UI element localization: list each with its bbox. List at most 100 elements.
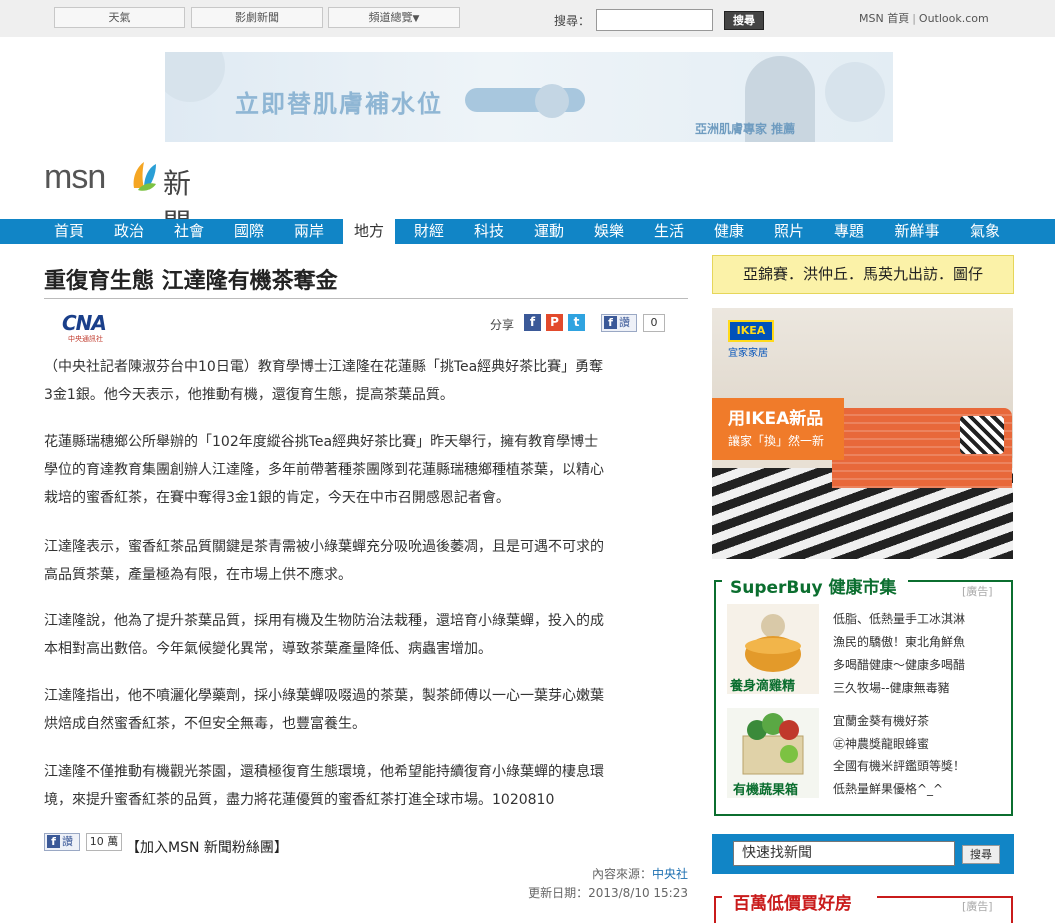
superbuy-link[interactable]: 多喝醋健康～健康多喝醋 — [833, 656, 965, 673]
superbuy-link[interactable]: 低熱量鮮果優格^_^ — [833, 780, 943, 797]
nav-item-cross-strait[interactable]: 兩岸 — [284, 219, 334, 244]
house-ad-title[interactable]: 百萬低價買好房 — [733, 889, 852, 914]
superbuy-link[interactable]: 全國有機米評鑑頭等獎！ — [833, 757, 965, 774]
nav-item-local[interactable]: 地方 — [343, 219, 395, 244]
like-count: 0 — [643, 314, 665, 332]
nav-item-features[interactable]: 專題 — [824, 219, 874, 244]
facebook-icon: f — [47, 835, 60, 848]
quick-search-button[interactable]: 搜尋 — [962, 845, 1000, 864]
ikea-logo-subtext: 宜家家居 — [728, 348, 768, 359]
nav-item-home[interactable]: 首頁 — [44, 219, 94, 244]
ikea-headline-box: 用IKEA新品 讓家「換」然一新 — [712, 398, 844, 460]
channel-overview-label: 頻道總覽 — [368, 11, 413, 24]
article-paragraph: （中央社記者陳淑芬台中10日電）教育學博士江達隆在花蓮縣「挑Tea經典好茶比賽」… — [44, 353, 689, 409]
trending-topics-banner[interactable]: 亞錦賽．洪仲丘．馬英九出訪．圖仔 — [712, 255, 1014, 294]
soup-bowl-icon — [745, 614, 801, 672]
article-paragraph: 江達隆不僅推動有機觀光茶園，還積極復育生態環境，他希望能持續復育小綠葉蟬的棲息環… — [44, 758, 689, 814]
link-separator: | — [912, 12, 916, 25]
article-paragraph: 江達隆說，他為了提升茶葉品質，採用有機及生物防治法栽種，還培育小綠葉蟬，投入的成… — [44, 607, 689, 663]
cna-logo-text: CNA — [62, 311, 107, 335]
nav-item-entertainment[interactable]: 娛樂 — [584, 219, 634, 244]
article-title: 重復育生態 江達隆有機茶奪金 — [44, 269, 338, 294]
ikea-ad[interactable]: IKEA 宜家家居 用IKEA新品 讓家「換」然一新 — [712, 308, 1013, 559]
paragraph-line: 花蓮縣瑞穗鄉公所舉辦的「102年度縱谷挑Tea經典好茶比賽」昨天舉行，擁有教育學… — [44, 434, 599, 450]
superbuy-link[interactable]: 低脂、低熱量手工冰淇淋 — [833, 610, 965, 627]
nav-item-life[interactable]: 生活 — [644, 219, 694, 244]
nav-item-politics[interactable]: 政治 — [104, 219, 154, 244]
nav-item-international[interactable]: 國際 — [224, 219, 274, 244]
ikea-tagline: 讓家「換」然一新 — [728, 434, 825, 448]
article-paragraph: 花蓮縣瑞穗鄉公所舉辦的「102年度縱谷挑Tea經典好茶比賽」昨天舉行，擁有教育學… — [44, 428, 689, 512]
top-utility-bar: 天氣 影劇新聞 頻道總覽▼ 搜尋： 搜尋 MSN 首頁 | Outlook.com — [0, 0, 1055, 37]
title-divider — [44, 298, 688, 299]
banner-ad[interactable]: 立即替肌膚補水位 亞洲肌膚專家 推薦 — [165, 52, 893, 142]
paragraph-line: 本相對高出數倍。今年氣候變化異常，導致茶葉產量降低、病蟲害增加。 — [44, 641, 492, 657]
nav-item-photos[interactable]: 照片 — [764, 219, 814, 244]
channel-overview-button[interactable]: 頻道總覽▼ — [328, 7, 460, 28]
organic-box-caption[interactable]: 有機蔬果箱 — [733, 779, 798, 798]
facebook-icon: f — [604, 316, 617, 329]
banner-decoration — [825, 62, 885, 122]
ikea-pillow-image — [960, 416, 1004, 454]
nav-item-novelty[interactable]: 新鮮事 — [886, 219, 948, 244]
outlook-link[interactable]: Outlook.com — [919, 12, 989, 25]
superbuy-link[interactable]: 宜蘭金葵有機好茶 — [833, 712, 929, 729]
main-nav: 首頁 政治 社會 國際 兩岸 地方 財經 科技 運動 娛樂 生活 健康 照片 專… — [0, 219, 1055, 244]
paragraph-line: （中央社記者陳淑芬台中10日電）教育學博士江達隆在花蓮縣「挑Tea經典好茶比賽」… — [44, 359, 604, 375]
twitter-share-icon[interactable]: t — [568, 314, 585, 331]
superbuy-link[interactable]: 三久牧場--健康無毒豬 — [833, 679, 950, 696]
facebook-share-icon[interactable]: f — [524, 314, 541, 331]
nav-item-weather[interactable]: 氣象 — [960, 219, 1010, 244]
paragraph-line: 江達隆不僅推動有機觀光茶園，還積極復育生態環境，他希望能持續復育小綠葉蟬的棲息環 — [44, 764, 604, 780]
bottom-like-count: 10 萬 — [86, 833, 122, 851]
house-border — [714, 896, 722, 898]
entertainment-news-button[interactable]: 影劇新聞 — [191, 7, 323, 28]
source-label: 內容來源： — [591, 867, 652, 881]
cna-logo: CNA 中央通訊社 — [62, 311, 114, 343]
like-label: 讚 — [62, 835, 73, 848]
ad-tag: [廣告] — [962, 900, 993, 913]
weather-button[interactable]: 天氣 — [54, 7, 185, 28]
superbuy-title[interactable]: SuperBuy 健康市集 — [730, 573, 897, 598]
join-fans-link[interactable]: 【加入MSN 新聞粉絲團】 — [126, 837, 288, 857]
paragraph-line: 江達隆指出，他不噴灑化學藥劑，採小綠葉蟬吸啜過的茶葉，製茶師傅以一心一葉芽心嫩葉 — [44, 688, 604, 704]
like-label: 讚 — [619, 316, 630, 329]
banner-headline: 立即替肌膚補水位 — [235, 90, 443, 118]
quick-search-input[interactable]: 快速找新聞 — [733, 841, 955, 866]
chevron-down-icon: ▼ — [412, 14, 420, 24]
search-button[interactable]: 搜尋 — [724, 11, 764, 30]
ikea-headline: 用IKEA新品 — [728, 409, 824, 429]
msn-butterfly-icon — [133, 162, 156, 191]
msn-home-link[interactable]: MSN 首頁 — [859, 12, 909, 25]
updated-date: 更新日期：2013/8/10 15:23 — [528, 886, 688, 900]
source-link[interactable]: 中央社 — [652, 867, 688, 881]
superbuy-link[interactable]: 漁民的驕傲！東北角鮮魚 — [833, 633, 965, 650]
nav-item-tech[interactable]: 科技 — [464, 219, 514, 244]
facebook-like-button[interactable]: f讚 — [601, 314, 637, 332]
banner-product-shape — [535, 84, 569, 118]
paragraph-line: 高品質茶葉，產量極為有限，在市場上供不應求。 — [44, 567, 352, 583]
superbuy-border — [714, 580, 722, 582]
nav-item-health[interactable]: 健康 — [704, 219, 754, 244]
search-input[interactable] — [596, 9, 713, 31]
banner-decoration — [165, 52, 225, 102]
house-border — [877, 896, 1013, 898]
paragraph-line: 江達隆表示，蜜香紅茶品質關鍵是茶青需被小綠葉蟬充分吸吮過後萎凋，且是可遇不可求的 — [44, 539, 604, 555]
superbuy-border — [908, 580, 1013, 582]
nav-item-society[interactable]: 社會 — [164, 219, 214, 244]
paragraph-line: 烘焙成自然蜜香紅茶，不但安全無毒，也豐富養生。 — [44, 716, 366, 732]
article-paragraph: 江達隆表示，蜜香紅茶品質關鍵是茶青需被小綠葉蟬充分吸吮過後萎凋，且是可遇不可求的… — [44, 533, 689, 589]
superbuy-link[interactable]: ㊣神農獎龍眼蜂蜜 — [833, 735, 929, 752]
plurk-share-icon[interactable]: P — [546, 314, 563, 331]
content-source: 內容來源：中央社 — [592, 865, 688, 882]
top-links: MSN 首頁 | Outlook.com — [859, 10, 989, 26]
bottom-facebook-like-button[interactable]: f讚 — [44, 833, 80, 851]
nav-item-finance[interactable]: 財經 — [404, 219, 454, 244]
paragraph-line: 3金1銀。他今天表示，他推動有機，還復育生態，提高茶葉品質。 — [44, 387, 454, 403]
paragraph-line: 栽培的蜜香紅茶，在賽中奪得3金1銀的肯定，今天在中市召開感恩記者會。 — [44, 490, 510, 506]
paragraph-line: 江達隆說，他為了提升茶葉品質，採用有機及生物防治法栽種，還培育小綠葉蟬，投入的成 — [44, 613, 604, 629]
chicken-essence-caption[interactable]: 養身滴雞精 — [730, 675, 795, 694]
logo-brand: msn — [44, 158, 106, 196]
search-label: 搜尋： — [554, 14, 591, 28]
nav-item-sports[interactable]: 運動 — [524, 219, 574, 244]
